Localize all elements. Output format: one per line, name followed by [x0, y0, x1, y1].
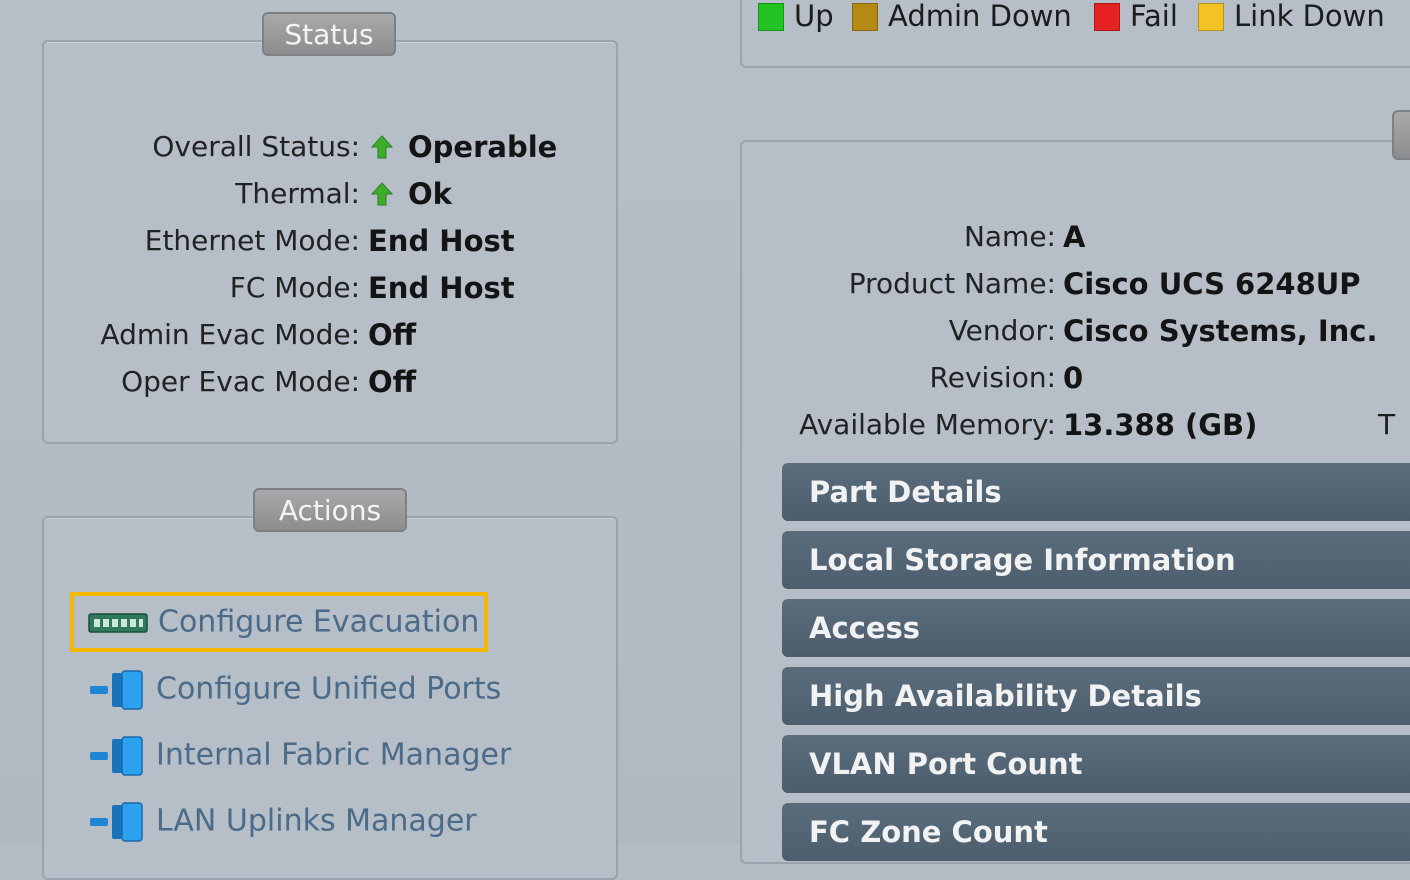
- internal-fabric-manager-link[interactable]: Internal Fabric Manager: [88, 731, 511, 779]
- port-icon: [90, 669, 143, 710]
- section-local-storage-information[interactable]: Local Storage Information: [782, 531, 1410, 589]
- actions-panel-title: Actions: [253, 488, 407, 532]
- port-status-legend: Up Admin Down Fail Link Down: [740, 0, 1410, 68]
- evacuation-icon: [88, 612, 148, 633]
- legend-swatch-link-down-icon: [1198, 3, 1224, 31]
- property-label-name: Name:: [963, 220, 1056, 253]
- property-label-available-memory: Available Memory:: [799, 408, 1056, 441]
- status-value-thermal: Ok: [370, 172, 452, 216]
- legend-swatch-fail-icon: [1094, 3, 1120, 31]
- property-value-vendor: Cisco Systems, Inc.: [1063, 314, 1378, 348]
- status-panel-title: Status: [262, 12, 396, 56]
- port-icon: [90, 801, 143, 842]
- status-label-overall: Overall Status:: [152, 130, 360, 163]
- configure-unified-ports-link[interactable]: Configure Unified Ports: [88, 665, 501, 713]
- status-value-overall: Operable: [370, 125, 557, 169]
- lan-uplinks-manager-link[interactable]: LAN Uplinks Manager: [88, 797, 477, 845]
- section-access[interactable]: Access: [782, 599, 1410, 657]
- up-arrow-icon: [370, 182, 394, 206]
- status-label-thermal: Thermal:: [235, 177, 360, 210]
- port-icon: [90, 735, 143, 776]
- up-arrow-icon: [370, 135, 394, 159]
- legend-swatch-up-icon: [758, 3, 784, 31]
- legend-link-down: Link Down: [1198, 0, 1385, 34]
- property-value-name: A: [1063, 220, 1086, 254]
- section-part-details[interactable]: Part Details: [782, 463, 1410, 521]
- property-label-truncated: T: [1378, 408, 1396, 441]
- section-high-availability-details[interactable]: High Availability Details: [782, 667, 1410, 725]
- section-fc-zone-count[interactable]: FC Zone Count: [782, 803, 1410, 861]
- configure-evacuation-link[interactable]: Configure Evacuation: [88, 598, 479, 646]
- legend-admin-down: Admin Down: [852, 0, 1072, 34]
- legend-fail: Fail: [1094, 0, 1178, 34]
- property-label-revision: Revision:: [929, 361, 1056, 394]
- property-value-available-memory: 13.388 (GB): [1063, 408, 1258, 442]
- property-value-product-name: Cisco UCS 6248UP: [1063, 267, 1361, 301]
- property-value-revision: 0: [1063, 361, 1084, 395]
- property-label-vendor: Vendor:: [948, 314, 1056, 347]
- legend-swatch-admin-down-icon: [852, 3, 878, 31]
- ucs-manager-fabric-interconnect-view: Up Admin Down Fail Link Down Status Over…: [0, 0, 1410, 880]
- properties-panel-title-tab: [1392, 110, 1410, 160]
- section-vlan-port-count[interactable]: VLAN Port Count: [782, 735, 1410, 793]
- legend-up: Up: [758, 0, 834, 34]
- property-label-product-name: Product Name:: [848, 267, 1056, 300]
